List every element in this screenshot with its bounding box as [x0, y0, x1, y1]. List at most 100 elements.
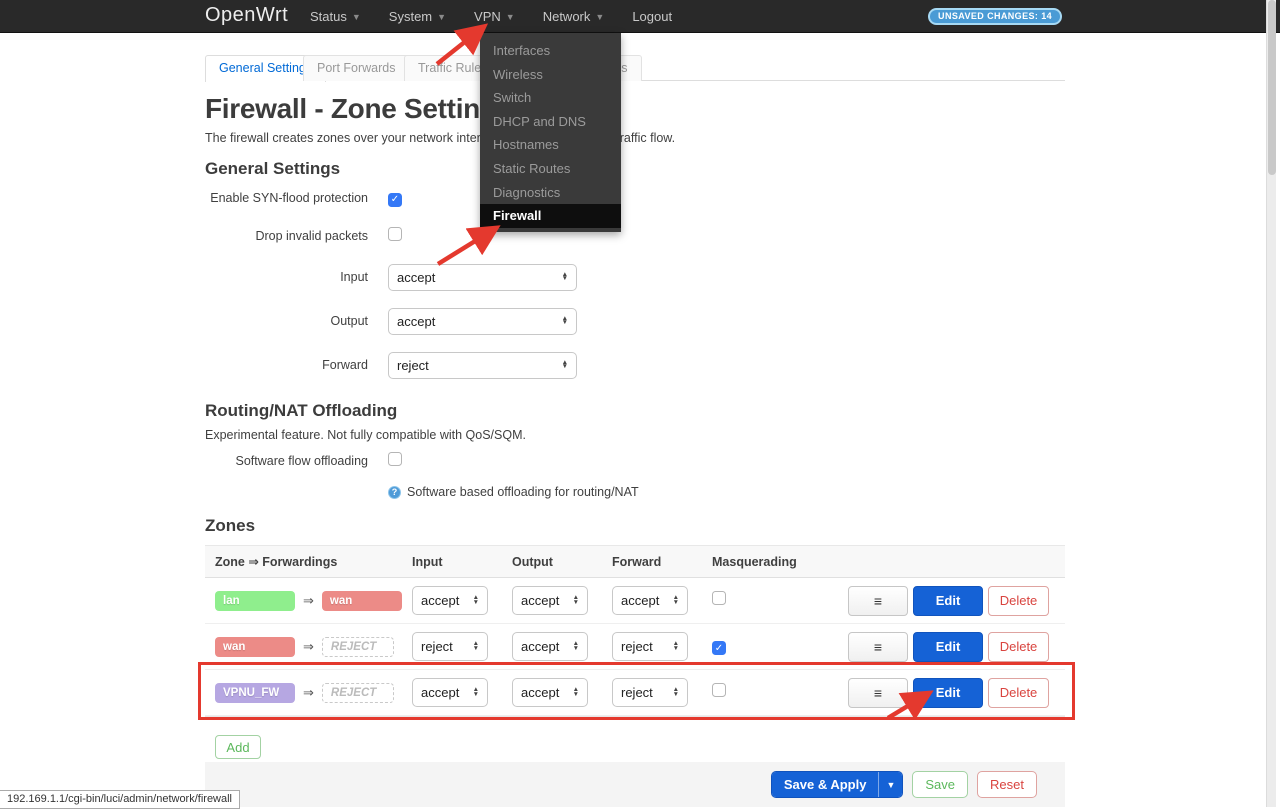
reject-badge: REJECT	[321, 682, 394, 703]
stepper-icon: ▲ ▼	[672, 686, 679, 698]
tab-port-forwards[interactable]: Port Forwards	[303, 55, 410, 81]
dropdown-item-diagnostics[interactable]: Diagnostics	[480, 181, 621, 205]
forward-arrow-icon: ⇒	[303, 592, 314, 608]
scrollbar-thumb[interactable]	[1268, 0, 1276, 175]
form-row: Enable SYN-flood protection	[205, 179, 1065, 217]
wan-output-select[interactable]: accept ▲ ▼	[512, 632, 588, 661]
drop-invalid-checkbox[interactable]	[388, 226, 402, 241]
zone-badge-vpnu-fw: VPNU_FW	[215, 682, 295, 703]
nav-menu: Status ▼ System ▼ VPN ▼ Network ▼ Logout	[296, 0, 686, 33]
dropdown-item-dhcp-dns[interactable]: DHCP and DNS	[480, 110, 621, 134]
reject-badge: REJECT	[321, 636, 394, 657]
stepper-icon: ▲ ▼	[472, 686, 479, 698]
lan-sort-button[interactable]: ≡	[848, 585, 908, 616]
forward-select[interactable]: reject ▲ ▼	[388, 351, 577, 379]
col-forward: Forward	[612, 554, 662, 569]
stepper-icon: ▲ ▼	[472, 640, 479, 652]
vpnu-edit-button[interactable]: Edit	[913, 677, 983, 708]
dropdown-item-switch[interactable]: Switch	[480, 86, 621, 110]
add-zone-button[interactable]: Add	[215, 735, 261, 759]
general-settings-heading: General Settings	[205, 159, 341, 178]
drop-invalid-label: Drop invalid packets	[255, 229, 368, 243]
stepper-icon: ▲ ▼	[572, 640, 579, 652]
dropdown-item-static-routes[interactable]: Static Routes	[480, 157, 621, 181]
wan-sort-button[interactable]: ≡	[848, 631, 908, 662]
vpnu-forward-select[interactable]: reject ▲ ▼	[612, 678, 688, 707]
stepper-icon: ▲ ▼	[572, 594, 579, 606]
form-row: Drop invalid packets	[205, 217, 1065, 255]
chevron-down-icon: ▼	[595, 11, 605, 22]
vpnu-masq-checkbox[interactable]	[712, 683, 726, 697]
chevron-down-icon: ▼	[437, 11, 447, 22]
syn-flood-label: Enable SYN-flood protection	[210, 191, 368, 205]
chevron-down-icon: ▼	[351, 11, 361, 22]
page-description: The firewall creates zones over your net…	[205, 131, 676, 145]
lan-forward-select[interactable]: accept ▲ ▼	[612, 586, 688, 615]
col-masquerading: Masquerading	[712, 554, 797, 569]
syn-flood-checkbox[interactable]	[388, 192, 402, 207]
browser-scrollbar[interactable]	[1266, 0, 1276, 807]
input-select[interactable]: accept ▲ ▼	[388, 263, 577, 291]
zones-heading: Zones	[205, 516, 256, 535]
stepper-icon: ▲ ▼	[672, 640, 679, 652]
offloading-heading: Routing/NAT Offloading	[205, 401, 398, 420]
help-icon: ?	[388, 485, 401, 499]
flow-offloading-checkbox[interactable]	[388, 451, 402, 466]
vpnu-delete-button[interactable]: Delete	[988, 677, 1049, 708]
nav-item-logout[interactable]: Logout	[618, 0, 686, 33]
output-select[interactable]: accept ▲ ▼	[388, 307, 577, 335]
lan-masq-checkbox[interactable]	[712, 591, 726, 605]
save-apply-split-button: Save & Apply ▼	[770, 771, 904, 798]
form-row: Input accept ▲ ▼	[205, 255, 1065, 299]
col-output: Output	[512, 554, 553, 569]
vpnu-output-select[interactable]: accept ▲ ▼	[512, 678, 588, 707]
forward-arrow-icon: ⇒	[303, 684, 314, 700]
top-navbar: OpenWrt Status ▼ System ▼ VPN ▼ Network …	[0, 0, 1280, 33]
network-dropdown-menu: Interfaces Wireless Switch DHCP and DNS …	[480, 33, 621, 232]
stepper-icon: ▲ ▼	[561, 270, 568, 282]
dropdown-item-interfaces[interactable]: Interfaces	[480, 39, 621, 63]
dropdown-item-wireless[interactable]: Wireless	[480, 63, 621, 87]
zone-badge-lan: lan	[215, 590, 295, 611]
lan-output-select[interactable]: accept ▲ ▼	[512, 586, 588, 615]
wan-input-select[interactable]: reject ▲ ▼	[412, 632, 488, 661]
lan-input-select[interactable]: accept ▲ ▼	[412, 586, 488, 615]
nav-item-network[interactable]: Network ▼	[529, 0, 619, 33]
lan-edit-button[interactable]: Edit	[913, 585, 983, 616]
zone-badge-wan: wan	[321, 590, 402, 611]
reset-button[interactable]: Reset	[977, 771, 1037, 798]
nav-item-vpn[interactable]: VPN ▼	[460, 0, 529, 33]
nav-item-status[interactable]: Status ▼	[296, 0, 375, 33]
wan-delete-button[interactable]: Delete	[988, 631, 1049, 662]
save-apply-caret-button[interactable]: ▼	[878, 772, 903, 797]
general-settings-form: Enable SYN-flood protection Drop invalid…	[205, 179, 1065, 387]
vpnu-sort-button[interactable]: ≡	[848, 677, 908, 708]
save-apply-button[interactable]: Save & Apply	[771, 772, 879, 797]
save-button[interactable]: Save	[912, 771, 969, 798]
vpnu-input-select[interactable]: accept ▲ ▼	[412, 678, 488, 707]
wan-edit-button[interactable]: Edit	[913, 631, 983, 662]
stepper-icon: ▲ ▼	[561, 314, 568, 326]
form-row: Software flow offloading	[205, 442, 1065, 480]
footer-action-bar: Save & Apply ▼ Save Reset	[205, 762, 1065, 807]
input-label: Input	[340, 270, 368, 284]
zones-table-header: Zone ⇒ Forwardings Input Output Forward …	[205, 546, 1065, 578]
forward-label: Forward	[322, 358, 368, 372]
nav-item-system[interactable]: System ▼	[375, 0, 460, 33]
form-row: Output accept ▲ ▼	[205, 299, 1065, 343]
lan-delete-button[interactable]: Delete	[988, 585, 1049, 616]
unsaved-changes-badge[interactable]: UNSAVED CHANGES: 14	[928, 8, 1062, 25]
offloading-description: Experimental feature. Not fully compatib…	[205, 428, 526, 442]
zone-row-lan: lan ⇒ wan accept ▲ ▼ accept ▲ ▼ accept ▲ ▼ …	[205, 578, 1065, 624]
stepper-icon: ▲ ▼	[561, 358, 568, 370]
dropdown-item-hostnames[interactable]: Hostnames	[480, 133, 621, 157]
browser-status-url: 192.169.1.1/cgi-bin/luci/admin/network/f…	[0, 790, 241, 809]
stepper-icon: ▲ ▼	[672, 594, 679, 606]
output-label: Output	[330, 314, 368, 328]
forward-arrow-icon: ⇒	[303, 638, 314, 654]
wan-masq-checkbox[interactable]	[712, 641, 726, 655]
stepper-icon: ▲ ▼	[472, 594, 479, 606]
zones-table: Zone ⇒ Forwardings Input Output Forward …	[205, 545, 1065, 717]
dropdown-item-firewall[interactable]: Firewall	[480, 204, 621, 228]
wan-forward-select[interactable]: reject ▲ ▼	[612, 632, 688, 661]
